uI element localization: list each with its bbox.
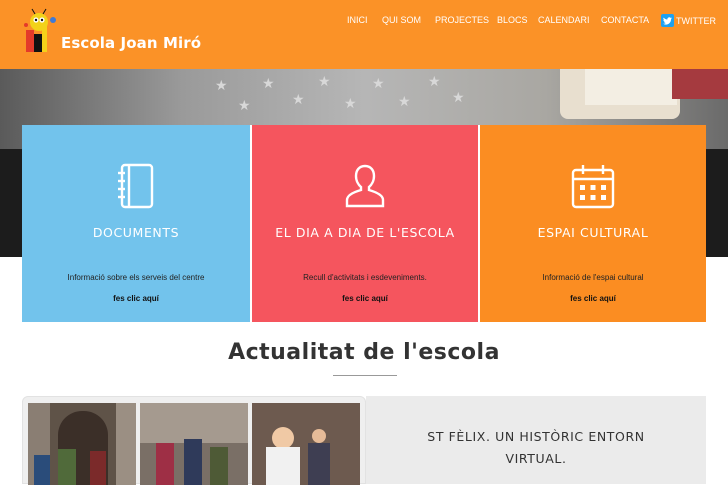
- feature-cards: DOCUMENTS Informació sobre els serveis d…: [22, 125, 706, 322]
- nav-inici[interactable]: INICI: [347, 15, 368, 25]
- card-dia-a-dia[interactable]: EL DIA A DIA DE L'ESCOLA Recull d'activi…: [250, 125, 478, 322]
- title-divider: [333, 375, 397, 376]
- school-logo-icon[interactable]: [22, 8, 58, 54]
- news-headline-line-2: VIRTUAL.: [505, 451, 567, 466]
- card-description: Informació de l'espai cultural: [542, 273, 644, 282]
- nav-blocs[interactable]: BLOCS: [497, 15, 528, 25]
- news-photo[interactable]: [28, 403, 136, 485]
- twitter-icon: [661, 14, 674, 27]
- news-gallery[interactable]: [22, 396, 366, 485]
- news-photo[interactable]: [140, 403, 248, 485]
- news-headline-line-1: ST FÈLIX. UN HISTÒRIC ENTORN: [427, 429, 645, 444]
- nav-contacta[interactable]: CONTACTA: [601, 15, 649, 25]
- news-panel[interactable]: ST FÈLIX. UN HISTÒRIC ENTORN VIRTUAL.: [366, 396, 706, 484]
- nav-qui-som[interactable]: QUI SOM: [382, 15, 421, 25]
- user-icon: [345, 164, 385, 208]
- calendar-icon: [571, 165, 615, 209]
- card-description: Informació sobre els serveis del centre: [67, 273, 205, 282]
- card-documents[interactable]: DOCUMENTS Informació sobre els serveis d…: [22, 125, 250, 322]
- card-link[interactable]: fes clic aquí: [252, 294, 478, 303]
- card-description: Recull d'activitats i esdeveniments.: [303, 273, 427, 282]
- news-headline[interactable]: ST FÈLIX. UN HISTÒRIC ENTORN VIRTUAL.: [366, 426, 706, 470]
- card-title: ESPAI CULTURAL: [537, 225, 649, 240]
- card-link[interactable]: fes clic aquí: [22, 294, 250, 303]
- section-title: Actualitat de l'escola: [228, 340, 500, 365]
- nav-projectes[interactable]: PROJECTES: [435, 15, 489, 25]
- card-title: DOCUMENTS: [92, 225, 180, 240]
- notebook-icon: [118, 163, 154, 209]
- news-photo[interactable]: [252, 403, 360, 485]
- brand-name[interactable]: Escola Joan Miró: [61, 34, 201, 52]
- nav-calendari[interactable]: CALENDARI: [538, 15, 590, 25]
- card-espai-cultural[interactable]: ESPAI CULTURAL Informació de l'espai cul…: [478, 125, 706, 322]
- twitter-label: TWITTER: [676, 15, 716, 26]
- twitter-link[interactable]: TWITTER: [661, 14, 716, 27]
- card-link[interactable]: fes clic aquí: [480, 294, 706, 303]
- site-header: Escola Joan Miró INICI QUI SOM PROJECTES…: [0, 0, 728, 69]
- card-title: EL DIA A DIA DE L'ESCOLA: [275, 225, 455, 240]
